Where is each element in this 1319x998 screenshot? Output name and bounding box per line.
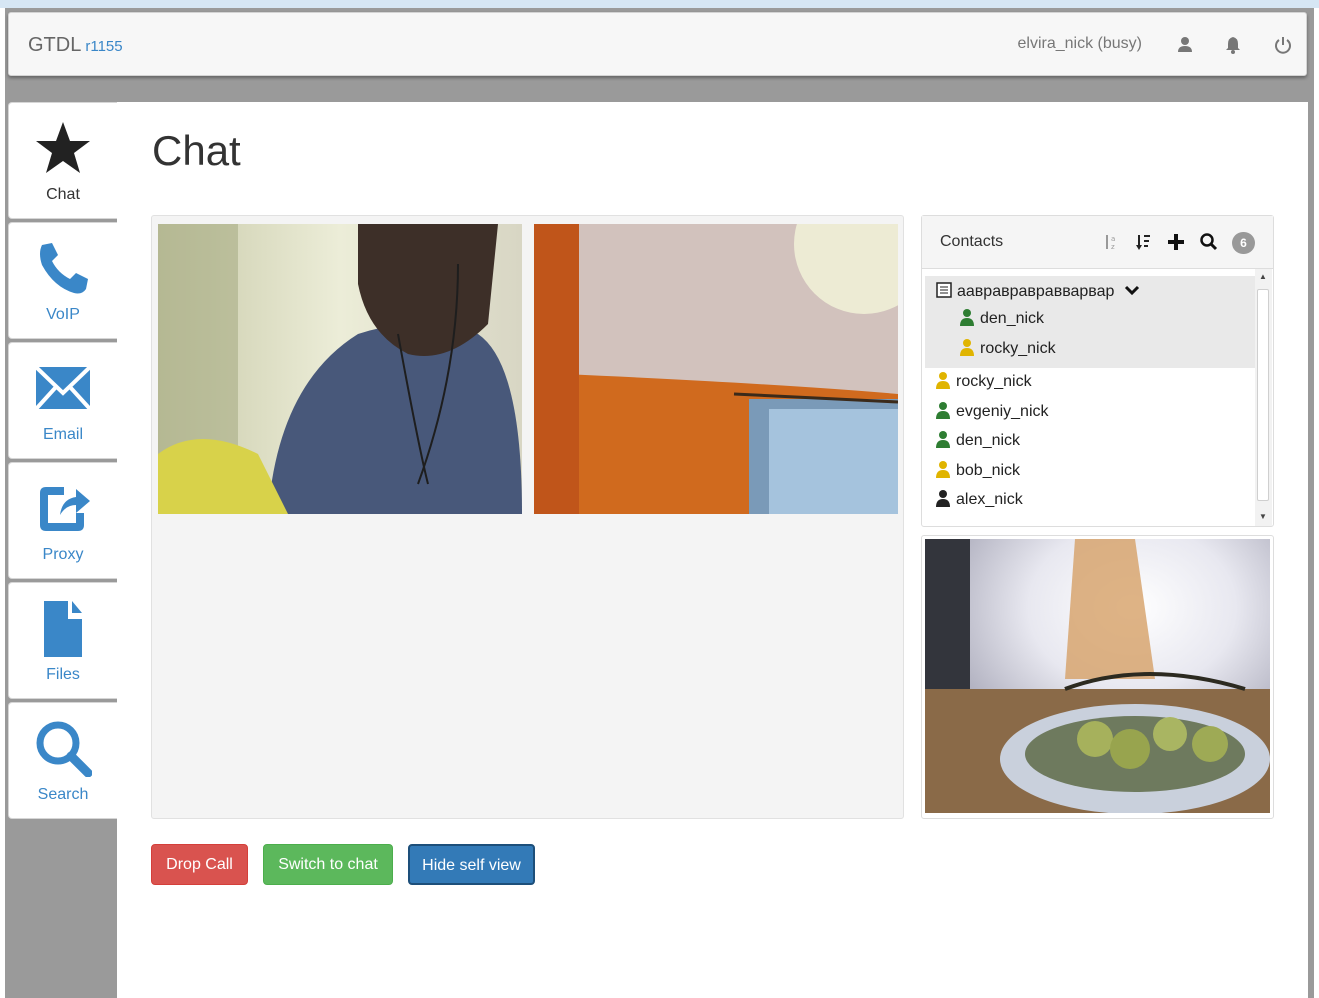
list-item[interactable]: den_nick xyxy=(935,428,1020,454)
list-item[interactable]: bob_nick xyxy=(935,458,1020,484)
contacts-scrollbar[interactable]: ▲ ▼ xyxy=(1255,269,1272,526)
contact-name: alex_nick xyxy=(956,491,1023,508)
file-icon xyxy=(34,599,92,657)
plus-icon[interactable] xyxy=(1166,232,1186,252)
sidebar-item-email[interactable]: Email xyxy=(8,342,117,459)
group-name: аавравравравварвар xyxy=(957,283,1115,300)
sidebar-item-label: Files xyxy=(46,666,80,683)
sidebar-item-label: Search xyxy=(37,786,89,803)
video-panel xyxy=(151,215,904,819)
page-title: Chat xyxy=(152,127,241,174)
scroll-up-icon[interactable]: ▲ xyxy=(1259,272,1267,281)
self-view-video[interactable] xyxy=(921,535,1274,819)
star-icon xyxy=(34,119,92,177)
contact-name: bob_nick xyxy=(956,462,1021,479)
user-status[interactable]: elvira_nick (busy) xyxy=(1018,35,1142,53)
remote-video-1[interactable] xyxy=(158,224,522,514)
contact-name: den_nick xyxy=(980,310,1045,327)
sidebar-item-search[interactable]: Search xyxy=(8,702,117,819)
contacts-title: Contacts xyxy=(940,233,1004,250)
search-icon xyxy=(34,719,92,777)
list-icon xyxy=(936,281,952,299)
chevron-down-icon[interactable] xyxy=(1124,281,1140,299)
search-icon[interactable] xyxy=(1199,232,1219,252)
phone-icon xyxy=(34,239,92,297)
envelope-icon xyxy=(34,359,92,417)
contact-name: rocky_nick xyxy=(956,373,1032,390)
sidebar-item-label: Email xyxy=(42,426,83,443)
bell-icon[interactable] xyxy=(1223,35,1243,55)
drop-call-button[interactable]: Drop Call xyxy=(151,844,248,885)
sort-status-icon[interactable] xyxy=(1134,232,1154,252)
sidebar-item-label: VoIP xyxy=(46,306,80,323)
navbar: GTDL r1155 elvira_nick (busy) xyxy=(8,12,1307,76)
sidebar-item-chat[interactable]: Chat xyxy=(8,102,117,219)
contact-name: evgeniy_nick xyxy=(956,403,1049,420)
scrollbar-thumb[interactable] xyxy=(1257,289,1269,501)
sidebar-item-label: Chat xyxy=(46,186,80,203)
contact-name: rocky_nick xyxy=(980,340,1056,357)
contacts-list: аавравравравварвар den_nick rocky_nick r… xyxy=(922,269,1255,526)
user-icon xyxy=(935,371,951,389)
user-icon[interactable] xyxy=(1175,35,1195,55)
user-icon xyxy=(935,460,951,478)
hide-self-view-button[interactable]: Hide self view xyxy=(408,844,535,885)
brand[interactable]: GTDL r1155 xyxy=(28,34,123,57)
list-item[interactable]: rocky_nick xyxy=(959,336,1056,362)
svg-text:a: a xyxy=(1111,235,1115,243)
list-item[interactable]: alex_nick xyxy=(935,487,1023,513)
user-icon xyxy=(935,430,951,448)
user-icon xyxy=(935,489,951,507)
sidebar-item-label: Proxy xyxy=(42,546,84,563)
list-item[interactable]: den_nick xyxy=(959,306,1044,332)
scroll-down-icon[interactable]: ▼ xyxy=(1259,512,1267,521)
list-item[interactable]: rocky_nick xyxy=(935,369,1032,395)
share-icon xyxy=(34,479,92,537)
contacts-count-badge: 6 xyxy=(1232,232,1255,254)
user-icon xyxy=(959,308,975,326)
remote-video-2[interactable] xyxy=(534,224,898,514)
list-item[interactable]: evgeniy_nick xyxy=(935,399,1049,425)
contact-name: den_nick xyxy=(956,432,1021,449)
contact-group-header[interactable]: аавравравравварвар xyxy=(936,279,1140,305)
switch-to-chat-button[interactable]: Switch to chat xyxy=(263,844,393,885)
sidebar-item-proxy[interactable]: Proxy xyxy=(8,462,117,579)
brand-name: GTDL xyxy=(28,34,82,56)
sidebar-item-files[interactable]: Files xyxy=(8,582,117,699)
user-icon xyxy=(935,401,951,419)
power-icon[interactable] xyxy=(1273,35,1293,55)
contacts-header: Contacts az 6 xyxy=(922,216,1273,269)
version-label: r1155 xyxy=(85,38,123,55)
svg-text:z: z xyxy=(1111,243,1115,251)
sidebar-item-voip[interactable]: VoIP xyxy=(8,222,117,339)
contacts-panel: Contacts az 6 аавравравравварвар den_nic… xyxy=(921,215,1274,527)
sort-alpha-icon[interactable]: az xyxy=(1103,232,1123,252)
top-border xyxy=(0,0,1319,8)
user-icon xyxy=(959,338,975,356)
